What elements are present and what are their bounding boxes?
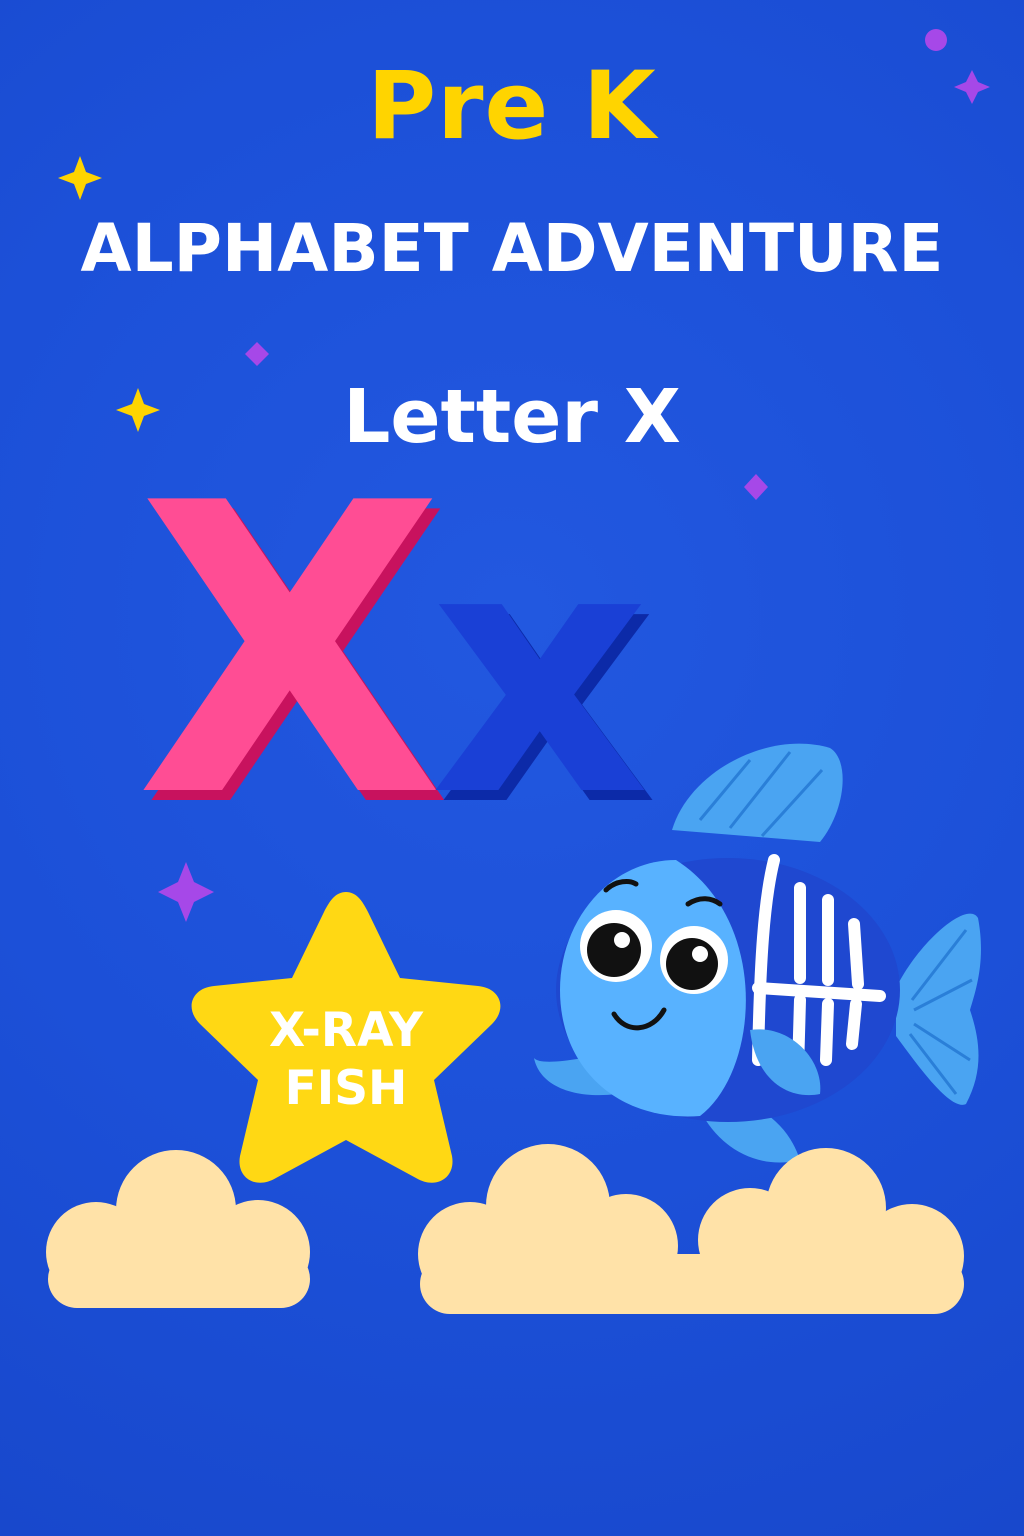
- illustration-layer: [46, 743, 981, 1314]
- star-label: X-RAY FISH: [226, 1002, 466, 1118]
- star-label-line-1: X-RAY: [268, 1003, 423, 1058]
- fish-eye-icon: [580, 910, 652, 982]
- fish-tail: [896, 913, 981, 1105]
- fish-eye-icon: [660, 926, 728, 994]
- star-label-line-2: FISH: [284, 1061, 408, 1116]
- page: Pre K ALPHABET ADVENTURE Letter X X X x …: [0, 0, 1024, 1536]
- cloud-icon: [418, 1144, 964, 1314]
